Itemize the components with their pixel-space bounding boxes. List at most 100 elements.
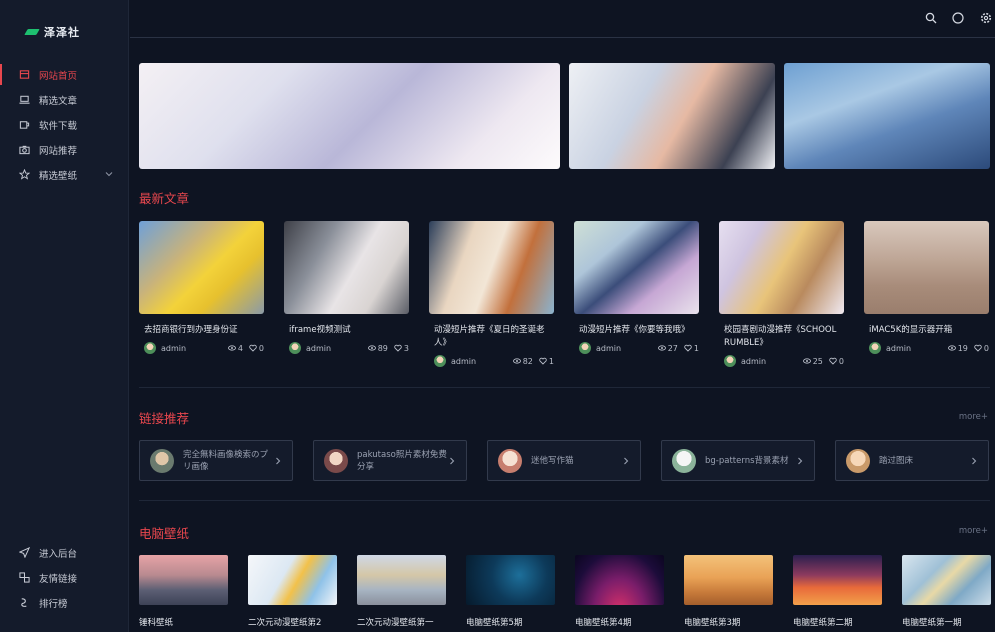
sidebar-item-home[interactable]: 网站首页: [0, 62, 129, 87]
article-author: admin: [741, 356, 767, 366]
view-count: 4: [227, 344, 243, 353]
heart-icon: [394, 344, 402, 352]
eye-icon: [512, 358, 521, 364]
eye-icon: [657, 345, 666, 351]
article-card[interactable]: iMAC5K的显示器开箱 admin 19 0: [864, 221, 989, 381]
article-author: admin: [161, 343, 187, 353]
wallpaper-title[interactable]: 电脑壁纸第3期: [684, 616, 773, 628]
avatar: [869, 342, 881, 354]
cup-icon: [18, 119, 30, 131]
wallpaper-card[interactable]: 电脑壁纸第一期: [902, 555, 991, 628]
article-card[interactable]: iframe视频测试 admin 89 3: [284, 221, 409, 381]
banner-image-main[interactable]: [139, 63, 560, 169]
camera-icon: [18, 144, 30, 156]
banner-image-secondary[interactable]: [569, 63, 775, 169]
like-count: 0: [249, 344, 264, 353]
article-thumbnail[interactable]: [719, 221, 844, 314]
sidebar-item-label: 友情链接: [39, 573, 78, 585]
latest-articles-title: 最新文章: [139, 191, 190, 206]
article-thumbnail[interactable]: [284, 221, 409, 314]
link-card[interactable]: bg-patterns背景素材: [661, 440, 815, 481]
links-more-link[interactable]: more+: [959, 412, 988, 422]
sidebar-bottom-nav: 进入后台 友情链接 排行榜: [0, 540, 129, 615]
link-title: pakutaso照片素材免费分享: [357, 449, 447, 472]
link-card[interactable]: 迷他写作猫: [487, 440, 641, 481]
sidebar-item-friend-links[interactable]: 友情链接: [0, 565, 129, 590]
link-title: bg-patterns背景素材: [705, 455, 789, 466]
article-card[interactable]: 校园喜剧动漫推荐《SCHOOL RUMBLE》 admin 25 0: [719, 221, 844, 381]
wallpaper-thumbnail[interactable]: [248, 555, 337, 605]
heart-icon: [684, 344, 692, 352]
wallpaper-card[interactable]: 电脑壁纸第二期: [793, 555, 882, 628]
article-title[interactable]: 动漫短片推荐《夏日的圣诞老人》: [429, 324, 554, 350]
sidebar-item-label: 网站首页: [39, 70, 78, 82]
link-card[interactable]: 完全無料画像検索のプリ画像: [139, 440, 293, 481]
view-count: 89: [367, 344, 388, 353]
article-meta: admin 4 0: [139, 342, 264, 354]
wallpaper-thumbnail[interactable]: [466, 555, 555, 605]
wallpaper-card[interactable]: 电脑壁纸第4期: [575, 555, 664, 628]
wallpaper-title[interactable]: 二次元动漫壁纸第2: [248, 616, 337, 628]
search-icon[interactable]: [925, 12, 937, 24]
eye-icon: [947, 345, 956, 351]
wallpaper-title[interactable]: 二次元动漫壁纸第一: [357, 616, 446, 628]
banner-image-tertiary[interactable]: [784, 63, 990, 169]
wallpaper-title[interactable]: 电脑壁纸第5期: [466, 616, 555, 628]
wallpaper-card[interactable]: 二次元动漫壁纸第一: [357, 555, 446, 628]
view-count: 19: [947, 344, 968, 353]
wallpaper-thumbnail[interactable]: [684, 555, 773, 605]
sidebar-item-admin[interactable]: 进入后台: [0, 540, 129, 565]
article-thumbnail[interactable]: [864, 221, 989, 314]
sidebar-item-software[interactable]: 软件下载: [0, 112, 129, 137]
avatar: [289, 342, 301, 354]
chevron-down-icon: [105, 172, 113, 177]
wallpaper-thumbnail[interactable]: [357, 555, 446, 605]
link-title: 迷他写作猫: [531, 455, 574, 466]
sidebar-item-recommend[interactable]: 网站推荐: [0, 137, 129, 162]
article-card[interactable]: 去招商银行到办理身份证 admin 4 0: [139, 221, 264, 381]
moon-icon[interactable]: [952, 12, 964, 24]
article-thumbnail[interactable]: [139, 221, 264, 314]
wallpaper-card[interactable]: 锤科壁纸: [139, 555, 228, 628]
article-thumbnail[interactable]: [574, 221, 699, 314]
gear-icon[interactable]: [980, 12, 992, 24]
wallpaper-title[interactable]: 电脑壁纸第二期: [793, 616, 882, 628]
wallpapers-more-link[interactable]: more+: [959, 526, 988, 536]
article-meta: admin 19 0: [864, 342, 989, 354]
rank-icon: [18, 597, 30, 609]
sidebar-item-ranking[interactable]: 排行榜: [0, 590, 129, 615]
wallpaper-thumbnail[interactable]: [793, 555, 882, 605]
article-card[interactable]: 动漫短片推荐《你要等我哦》 admin 27 1: [574, 221, 699, 381]
sidebar-item-label: 排行榜: [39, 598, 68, 610]
site-logo[interactable]: 泽泽社: [24, 24, 80, 40]
chevron-right-icon: [972, 457, 977, 464]
wallpaper-card[interactable]: 电脑壁纸第3期: [684, 555, 773, 628]
wallpaper-thumbnail[interactable]: [139, 555, 228, 605]
link-card[interactable]: pakutaso照片素材免费分享: [313, 440, 467, 481]
wallpaper-thumbnail[interactable]: [575, 555, 664, 605]
logo-mark-icon: [24, 29, 40, 35]
sidebar-item-wallpapers[interactable]: 精选壁纸: [0, 162, 129, 187]
wallpaper-title[interactable]: 电脑壁纸第4期: [575, 616, 664, 628]
chevron-right-icon: [450, 457, 455, 464]
home-icon: [18, 69, 30, 81]
wallpaper-card[interactable]: 二次元动漫壁纸第2: [248, 555, 337, 628]
wallpaper-card[interactable]: 电脑壁纸第5期: [466, 555, 555, 628]
like-count: 0: [829, 357, 844, 366]
sidebar: 泽泽社 网站首页 精选文章 软件下载 网站推荐 精选壁纸 进入后台 友情链接 排…: [0, 0, 129, 632]
wallpaper-thumbnail[interactable]: [902, 555, 991, 605]
wallpaper-title[interactable]: 锤科壁纸: [139, 616, 228, 628]
link-card[interactable]: 踏过图床: [835, 440, 989, 481]
link-title: 踏过图床: [879, 455, 914, 466]
sidebar-item-articles[interactable]: 精选文章: [0, 87, 129, 112]
sidebar-item-label: 网站推荐: [39, 145, 78, 157]
article-thumbnail[interactable]: [429, 221, 554, 314]
article-title[interactable]: 校园喜剧动漫推荐《SCHOOL RUMBLE》: [719, 324, 844, 350]
article-meta: admin 89 3: [284, 342, 409, 354]
article-card[interactable]: 动漫短片推荐《夏日的圣诞老人》 admin 82 1: [429, 221, 554, 381]
link-title: 完全無料画像検索のプリ画像: [183, 449, 269, 472]
link-icon: [18, 572, 30, 584]
laptop-icon: [18, 94, 30, 106]
avatar: [579, 342, 591, 354]
wallpaper-title[interactable]: 电脑壁纸第一期: [902, 616, 991, 628]
